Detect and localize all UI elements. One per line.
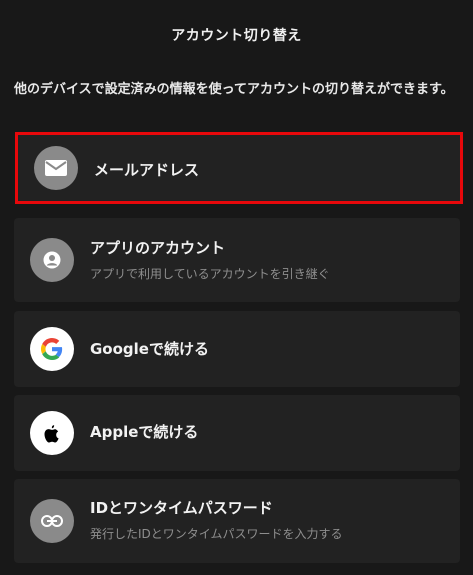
header: アカウント切り替え — [0, 0, 473, 70]
option-app-account-label: アプリのアカウント — [90, 239, 226, 257]
option-apple-label: Appleで続ける — [90, 423, 199, 441]
option-apple[interactable]: Appleで続ける — [14, 395, 460, 471]
option-app-account-description: アプリで利用しているアカウントを引き継ぐ — [90, 267, 330, 281]
option-list: メールアドレス アプリのアカウント アプリで利用しているアカウントを引き継ぐ G… — [14, 132, 463, 563]
option-google-label: Googleで続ける — [90, 340, 209, 358]
apple-icon — [30, 411, 74, 455]
option-id-otp-label: IDとワンタイムパスワード — [90, 499, 273, 517]
description-text: 他のデバイスで設定済みの情報を使ってアカウントの切り替えができます。 — [14, 82, 454, 97]
user-icon — [30, 238, 74, 282]
link-icon — [30, 499, 74, 543]
option-email-label: メールアドレス — [94, 161, 200, 179]
option-app-account[interactable]: アプリのアカウント アプリで利用しているアカウントを引き継ぐ — [14, 218, 460, 302]
google-icon — [30, 327, 74, 371]
option-email[interactable]: メールアドレス — [15, 132, 463, 204]
mail-icon — [34, 146, 78, 190]
option-id-otp-description: 発行したIDとワンタイムパスワードを入力する — [90, 527, 343, 541]
option-google[interactable]: Googleで続ける — [14, 311, 460, 387]
page-title: アカウント切り替え — [171, 28, 302, 44]
option-id-otp[interactable]: IDとワンタイムパスワード 発行したIDとワンタイムパスワードを入力する — [14, 479, 460, 563]
